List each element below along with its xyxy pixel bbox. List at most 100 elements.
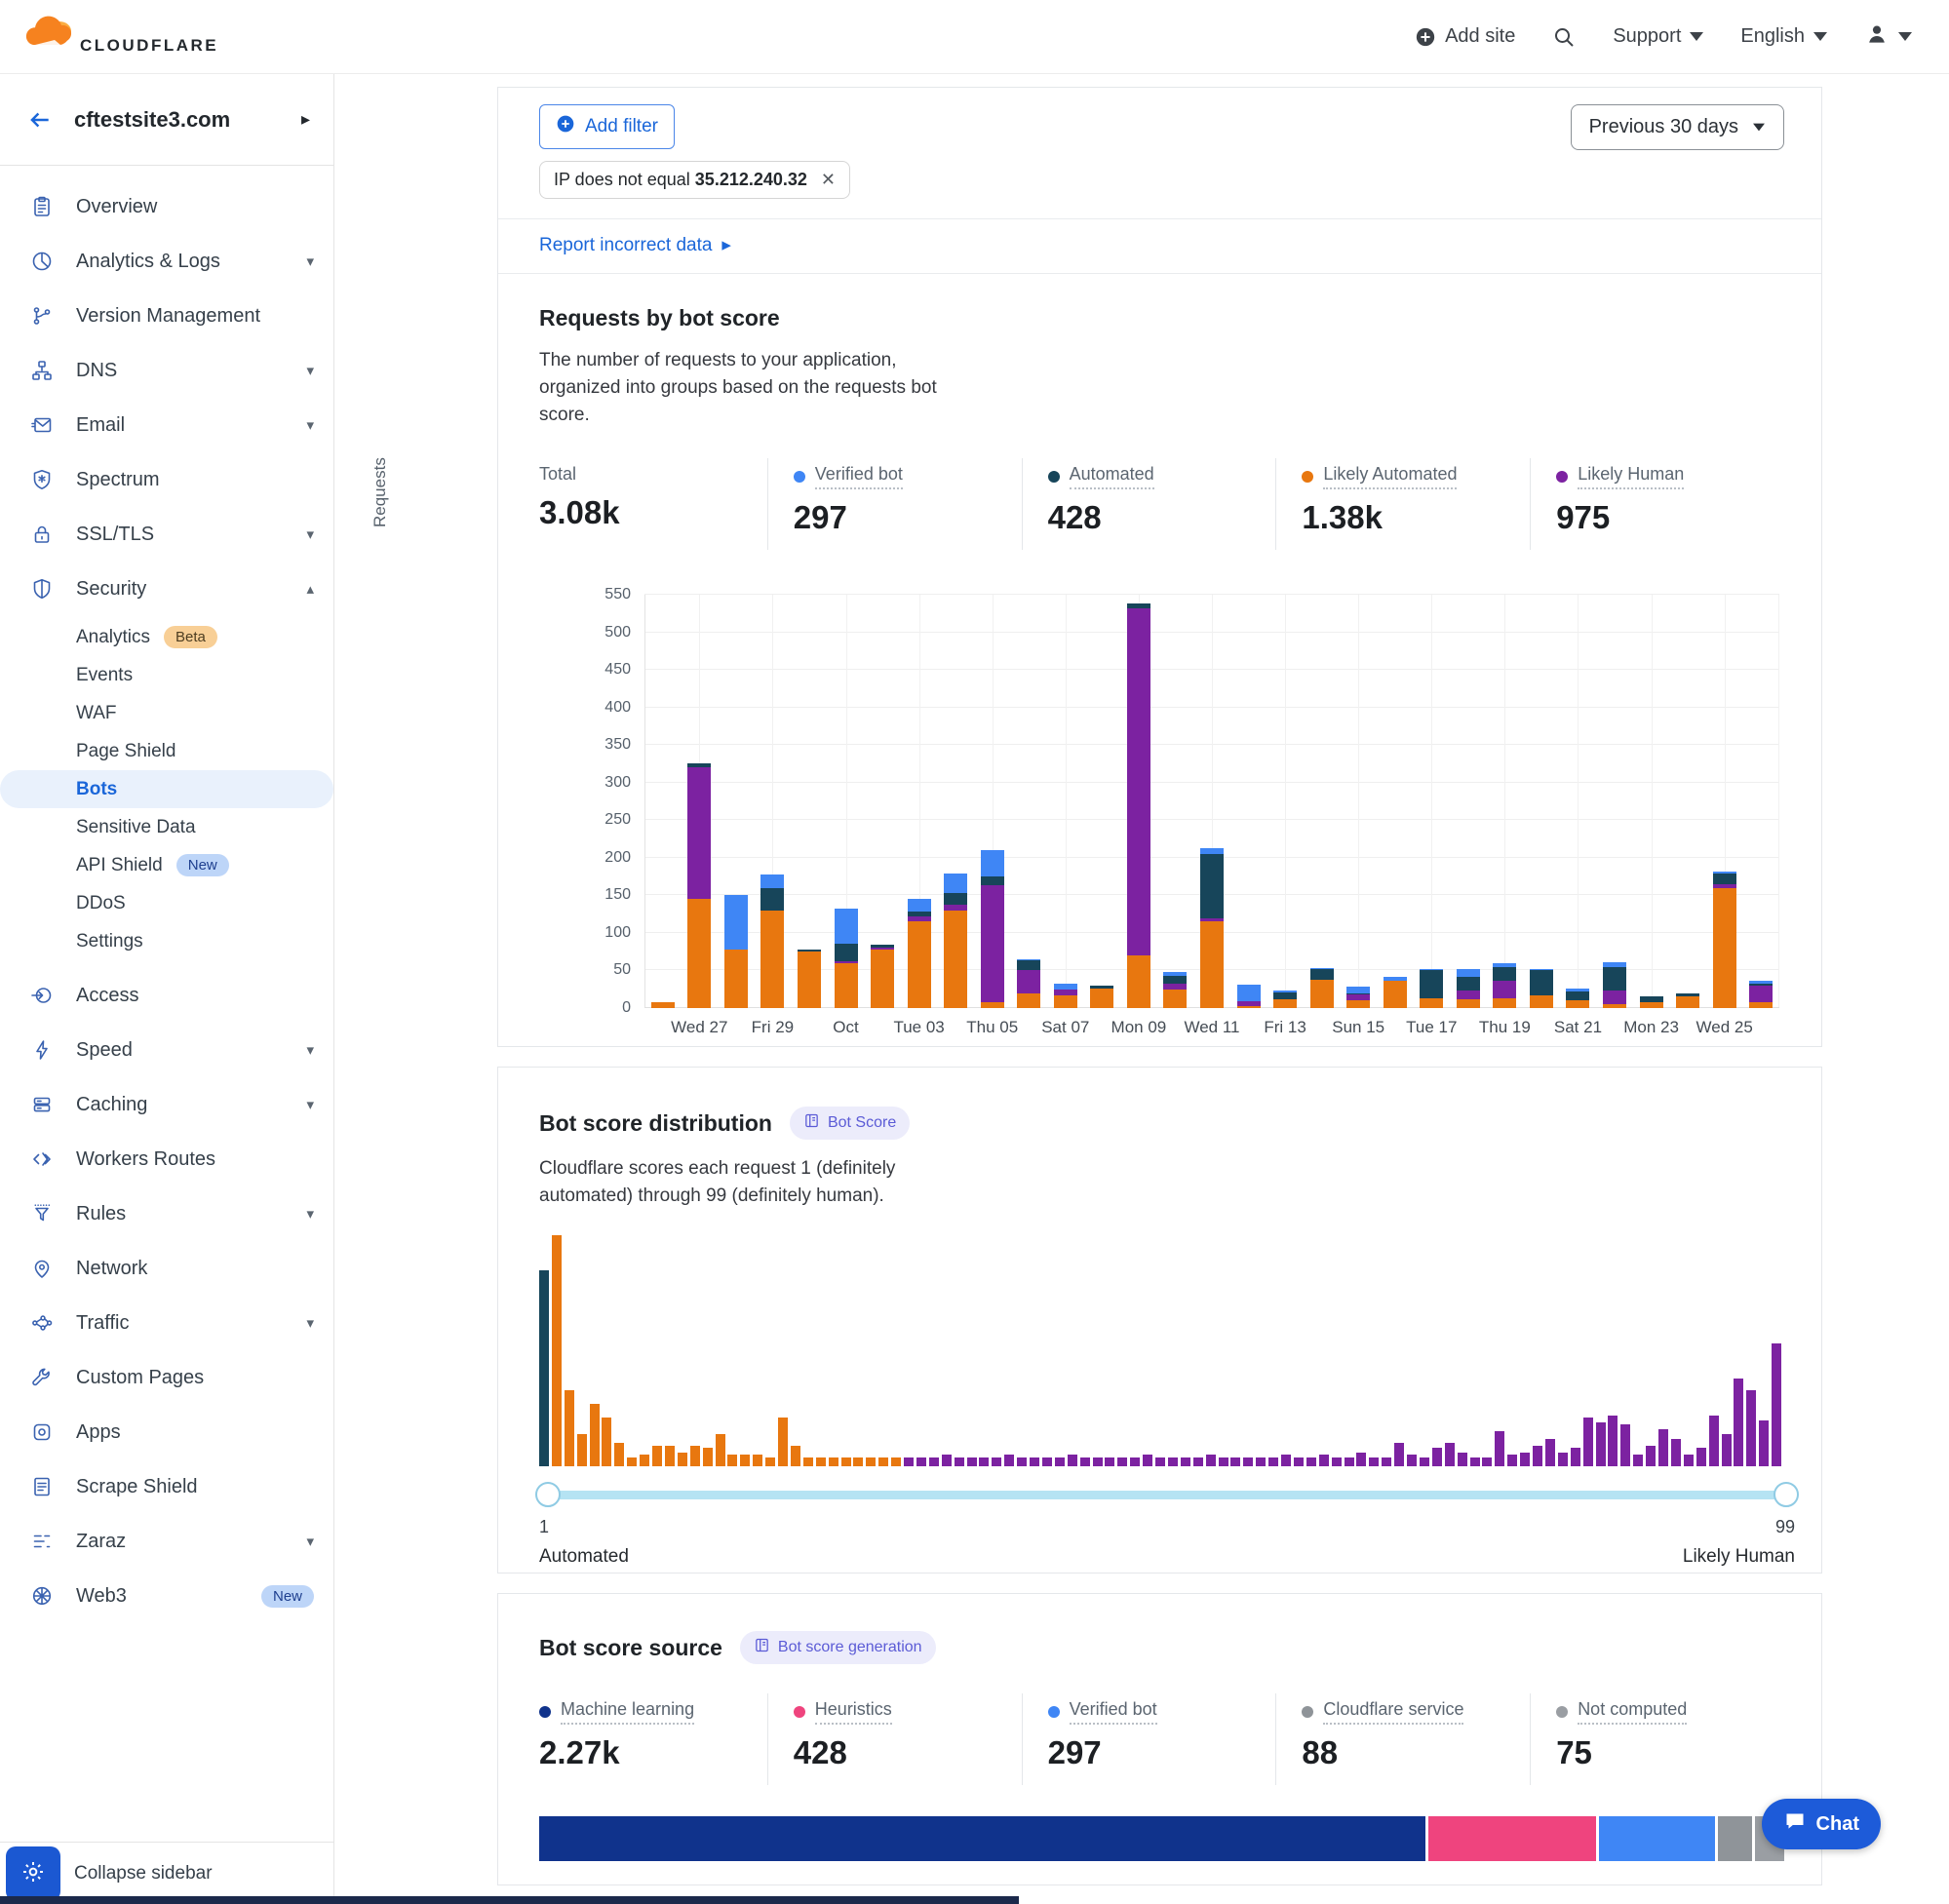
sidebar-item-events[interactable]: Events [0, 656, 333, 694]
stacked-bar-oct-10[interactable] [1163, 972, 1187, 1008]
sidebar-item-page-shield[interactable]: Page Shield [0, 732, 333, 770]
stacked-bar-oct-11[interactable] [1200, 848, 1224, 1008]
sidebar-item-speed[interactable]: Speed▾ [0, 1023, 333, 1077]
zone-name[interactable]: cftestsite3.com [74, 107, 280, 133]
stacked-bar-oct-26[interactable] [1749, 981, 1773, 1009]
sidebar-item-zaraz[interactable]: Zaraz▾ [0, 1514, 333, 1569]
sidebar-item-spectrum[interactable]: Spectrum [0, 452, 333, 507]
stacked-bar-oct-21[interactable] [1566, 989, 1589, 1008]
sidebar-item-access[interactable]: Access [0, 968, 333, 1023]
sidebar-item-settings[interactable]: Settings [0, 922, 333, 960]
sidebar-nav: OverviewAnalytics & Logs▾Version Managem… [0, 166, 333, 1623]
histogram-bar-score-61 [1294, 1457, 1304, 1466]
filter-chip[interactable]: IP does not equal 35.212.240.32 ✕ [539, 161, 850, 199]
bot-score-source-card: Bot score source Bot score generation Ma… [497, 1593, 1822, 1885]
collapse-sidebar-label[interactable]: Collapse sidebar [74, 1863, 213, 1885]
remove-filter-icon[interactable]: ✕ [821, 170, 836, 190]
report-incorrect-data-link[interactable]: Report incorrect data ▸ [539, 234, 731, 256]
sidebar-item-custom-pages[interactable]: Custom Pages [0, 1350, 333, 1405]
stacked-bar-oct-05[interactable] [981, 850, 1004, 1008]
support-menu[interactable]: Support [1613, 25, 1703, 48]
sidebar-item-scrape-shield[interactable]: Scrape Shield [0, 1459, 333, 1514]
bot-score-generation-badge[interactable]: Bot score generation [740, 1631, 936, 1664]
sidebar-item-ddos[interactable]: DDoS [0, 884, 333, 922]
add-site-button[interactable]: Add site [1415, 25, 1515, 48]
stacked-bar-oct-07[interactable] [1054, 984, 1077, 1008]
stacked-bar-oct-13[interactable] [1273, 991, 1297, 1008]
stacked-bar-oct-18[interactable] [1457, 969, 1480, 1008]
stacked-bar-oct-17[interactable] [1420, 969, 1443, 1008]
stat-tile-likely-human: Likely Human975 [1530, 458, 1784, 550]
stat-label: Machine learning [561, 1699, 694, 1725]
gridline [1285, 595, 1286, 1008]
sidebar-item-email[interactable]: Email▾ [0, 398, 333, 452]
sidebar-item-waf[interactable]: WAF [0, 694, 333, 732]
sidebar-item-network[interactable]: Network [0, 1241, 333, 1296]
stacked-bar-oct-14[interactable] [1310, 968, 1334, 1008]
stacked-bar-oct-16[interactable] [1384, 977, 1407, 1008]
stacked-bar-oct-02[interactable] [871, 945, 894, 1009]
x-axis-tick-label: Wed 25 [1681, 1018, 1769, 1037]
stacked-bar-sep-27[interactable] [687, 763, 711, 1008]
sidebar-item-version-management[interactable]: Version Management [0, 289, 333, 343]
stacked-bar-oct-03[interactable] [908, 899, 931, 1008]
stacked-bar-oct-19[interactable] [1493, 963, 1516, 1008]
search-icon[interactable] [1552, 25, 1576, 49]
sidebar-item-security[interactable]: Security▴ [0, 562, 333, 616]
stacked-bar-oct-23[interactable] [1640, 996, 1663, 1008]
back-arrow-icon[interactable] [27, 107, 53, 133]
language-menu[interactable]: English [1740, 25, 1827, 48]
stacked-bar-oct-04[interactable] [944, 874, 967, 1008]
stacked-bar-sep-30[interactable] [798, 950, 821, 1008]
sidebar-item-api-shield[interactable]: API ShieldNew [0, 846, 333, 884]
stacked-bar-oct-22[interactable] [1603, 962, 1626, 1008]
sidebar-item-bots[interactable]: Bots [0, 770, 333, 808]
sidebar-item-overview[interactable]: Overview [0, 179, 333, 234]
funnel-icon [29, 1202, 55, 1225]
stacked-bar-sep-28[interactable] [724, 895, 748, 1008]
sidebar-item-sensitive-data[interactable]: Sensitive Data [0, 808, 333, 846]
histogram-bar-score-73 [1445, 1443, 1455, 1466]
sidebar-item-dns[interactable]: DNS▾ [0, 343, 333, 398]
top-header: CLOUDFLARE Add site Support English [0, 0, 1949, 74]
stacked-bar-oct-24[interactable] [1676, 993, 1699, 1008]
chat-button[interactable]: Chat [1762, 1799, 1881, 1849]
branch-icon [29, 304, 55, 328]
sidebar-item-analytics-logs[interactable]: Analytics & Logs▾ [0, 234, 333, 289]
sidebar-item-web3[interactable]: Web3New [0, 1569, 333, 1623]
sidebar-item-caching[interactable]: Caching▾ [0, 1077, 333, 1132]
chevron-up-icon: ▴ [306, 580, 314, 598]
cloudflare-logo[interactable]: CLOUDFLARE [19, 14, 218, 59]
stacked-bar-sep-29[interactable] [760, 874, 784, 1008]
bot-score-badge[interactable]: Bot Score [790, 1107, 910, 1140]
sidebar-item-workers-routes[interactable]: Workers Routes [0, 1132, 333, 1186]
slider-handle-min[interactable] [535, 1482, 561, 1507]
account-menu[interactable] [1864, 21, 1912, 53]
settings-gear-button[interactable] [6, 1846, 60, 1901]
stacked-bar-oct-20[interactable] [1530, 969, 1553, 1008]
stacked-bar-oct-08[interactable] [1090, 986, 1113, 1008]
sidebar-item-traffic[interactable]: Traffic▾ [0, 1296, 333, 1350]
histogram-bar-score-87 [1620, 1424, 1630, 1466]
sidebar-item-apps[interactable]: Apps [0, 1405, 333, 1459]
stacked-bar-oct-06[interactable] [1017, 959, 1040, 1008]
sidebar-item-rules[interactable]: Rules▾ [0, 1186, 333, 1241]
stacked-bar-sep-26[interactable] [651, 1002, 675, 1008]
legend-dot-icon [1302, 471, 1313, 483]
slider-handle-max[interactable] [1774, 1482, 1799, 1507]
stacked-bar-oct-15[interactable] [1346, 987, 1370, 1008]
stacked-bar-oct-25[interactable] [1713, 872, 1736, 1008]
stacked-bar-oct-12[interactable] [1237, 985, 1261, 1008]
add-filter-button[interactable]: Add filter [539, 104, 675, 149]
time-range-dropdown[interactable]: Previous 30 days [1571, 104, 1784, 150]
stacked-bar-oct-09[interactable] [1127, 603, 1150, 1008]
stacked-bar-oct-01[interactable] [835, 909, 858, 1008]
histogram-bar-score-3 [565, 1390, 574, 1466]
shield-icon [29, 577, 55, 601]
sidebar-item-analytics[interactable]: AnalyticsBeta [0, 618, 333, 656]
chevron-right-icon[interactable]: ▸ [301, 109, 310, 130]
slider-track[interactable] [539, 1491, 1795, 1499]
stat-label: Likely Automated [1323, 464, 1457, 489]
book-icon [754, 1637, 770, 1658]
sidebar-item-ssl-tls[interactable]: SSL/TLS▾ [0, 507, 333, 562]
